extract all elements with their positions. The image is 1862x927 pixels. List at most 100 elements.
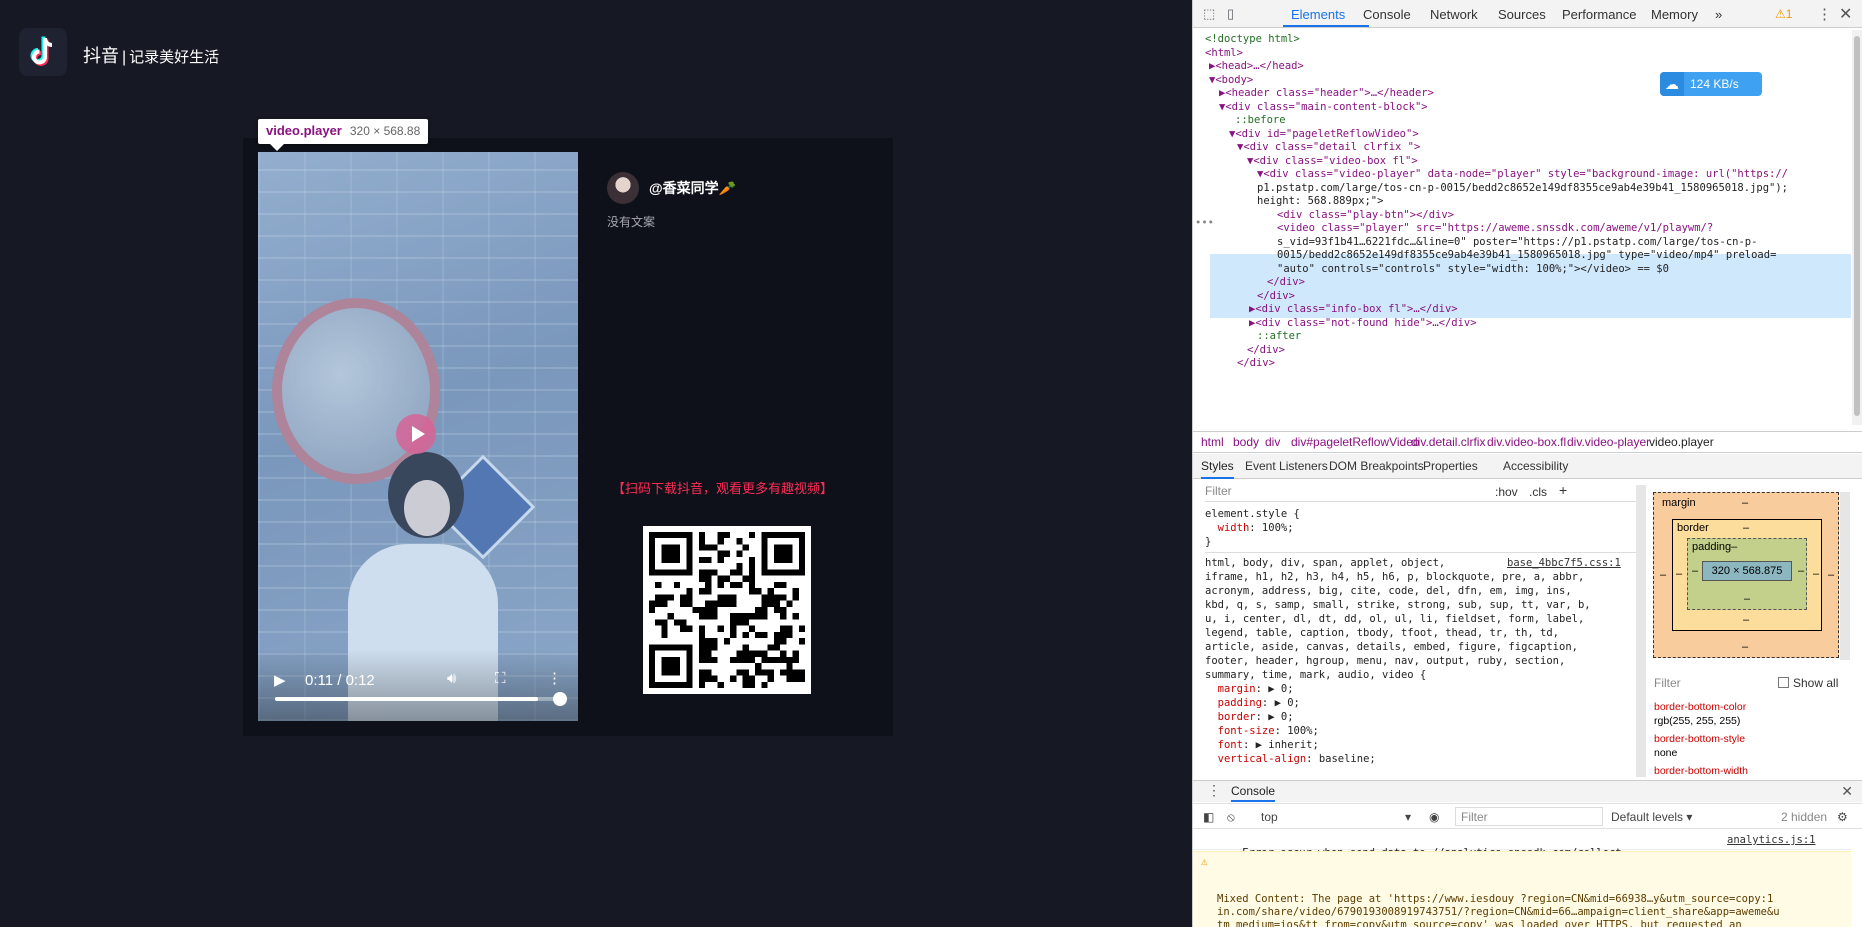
show-all-checkbox[interactable]: Show all bbox=[1778, 676, 1838, 690]
devtools-menu-icon[interactable]: ⋮ bbox=[1817, 5, 1832, 23]
computed-property[interactable]: border-bottom-width bbox=[1654, 764, 1748, 778]
close-drawer-icon[interactable]: ✕ bbox=[1841, 783, 1853, 800]
breadcrumb-item[interactable]: div.video-player bbox=[1567, 435, 1650, 449]
console-drawer-header: ⋮ Console ✕ bbox=[1193, 780, 1862, 802]
video-progress-bar[interactable] bbox=[275, 692, 567, 706]
play-icon[interactable]: ▶ bbox=[274, 671, 286, 689]
breadcrumb-item[interactable]: div bbox=[1265, 435, 1280, 449]
douyin-logo-icon[interactable] bbox=[19, 28, 67, 76]
context-value: top bbox=[1261, 810, 1278, 824]
video-progress-knob[interactable] bbox=[553, 692, 567, 706]
console-drawer-tab[interactable]: Console bbox=[1231, 784, 1276, 802]
property-value[interactable]: ▶ 0; bbox=[1275, 697, 1300, 709]
author-info[interactable]: @香菜同学🥕 bbox=[607, 172, 736, 204]
stylesheet-source-link[interactable]: base_4bbc7f5.css:1 bbox=[1507, 556, 1621, 570]
breadcrumb-item[interactable]: html bbox=[1201, 435, 1224, 449]
tab-event-listeners[interactable]: Event Listeners bbox=[1245, 459, 1328, 473]
tab-sources[interactable]: Sources bbox=[1498, 7, 1546, 22]
tab-properties[interactable]: Properties bbox=[1423, 459, 1478, 473]
element-style-declaration[interactable]: width: 100%; bbox=[1205, 521, 1645, 535]
dom-node-line[interactable]: "auto" controls="controls" style="width:… bbox=[1277, 261, 1669, 277]
property-name[interactable]: font-size bbox=[1218, 725, 1275, 737]
console-settings-icon[interactable]: ⚙ bbox=[1837, 810, 1848, 824]
breadcrumb-item[interactable]: div.video-box.fl bbox=[1487, 435, 1566, 449]
live-expression-icon[interactable]: ◉ bbox=[1429, 810, 1439, 824]
clear-console-icon[interactable]: ⦸ bbox=[1227, 810, 1235, 825]
computed-property-name[interactable]: border-bottom-style bbox=[1654, 732, 1748, 746]
dom-scrollbar[interactable] bbox=[1852, 30, 1862, 425]
styles-filter-input[interactable]: Filter :hov .cls + bbox=[1205, 482, 1645, 502]
computed-property[interactable]: border-bottom-color rgb(255, 255, 255) bbox=[1654, 700, 1748, 728]
download-speed: 124 KB/s bbox=[1690, 77, 1739, 91]
play-overlay-button[interactable] bbox=[396, 414, 436, 454]
drawer-menu-icon[interactable]: ⋮ bbox=[1207, 782, 1221, 799]
sidebar-toggle-icon[interactable]: ◧ bbox=[1203, 810, 1214, 824]
warning-count: 1 bbox=[1785, 7, 1793, 21]
property-value[interactable]: ▶ 0; bbox=[1268, 683, 1293, 695]
more-options-icon[interactable]: ⋮ bbox=[547, 669, 562, 687]
property-name[interactable]: margin bbox=[1218, 683, 1256, 695]
tab-memory[interactable]: Memory bbox=[1651, 7, 1698, 22]
property-value[interactable]: baseline; bbox=[1319, 753, 1376, 765]
error-source-link[interactable]: analytics.js:1 bbox=[1727, 834, 1816, 847]
style-declaration[interactable]: margin: ▶ 0; bbox=[1205, 682, 1645, 696]
hover-state-toggle[interactable]: :hov bbox=[1495, 485, 1518, 499]
computed-filter-placeholder: Filter bbox=[1654, 676, 1681, 690]
video-description: 没有文案 bbox=[607, 215, 656, 229]
box-margin-bottom: – bbox=[1742, 641, 1749, 653]
breadcrumb-item[interactable]: div.detail.clrfix bbox=[1411, 435, 1485, 449]
computed-filter-input[interactable]: Filter bbox=[1654, 676, 1681, 690]
property-value[interactable]: ▶ inherit; bbox=[1256, 739, 1319, 751]
close-devtools-icon[interactable]: ✕ bbox=[1839, 4, 1852, 24]
volume-icon[interactable]: 🔊︎ bbox=[447, 670, 456, 687]
tab-network[interactable]: Network bbox=[1430, 7, 1478, 22]
tab-elements[interactable]: Elements bbox=[1291, 7, 1345, 22]
property-name[interactable]: font bbox=[1218, 739, 1243, 751]
tab-accessibility[interactable]: Accessibility bbox=[1503, 459, 1568, 473]
property-value[interactable]: 100%; bbox=[1262, 522, 1294, 534]
styles-scrollbar[interactable] bbox=[1636, 485, 1646, 777]
style-declaration[interactable]: font-size: 100%; bbox=[1205, 724, 1645, 738]
property-value[interactable]: 100%; bbox=[1287, 725, 1319, 737]
tab-styles[interactable]: Styles bbox=[1201, 459, 1234, 479]
tab-performance[interactable]: Performance bbox=[1562, 7, 1636, 22]
selector-line: iframe, h1, h2, h3, h4, h5, h6, p, block… bbox=[1205, 571, 1585, 583]
new-rule-icon[interactable]: + bbox=[1559, 482, 1567, 498]
device-toolbar-icon[interactable]: ▯ bbox=[1227, 6, 1243, 22]
property-name[interactable]: width bbox=[1218, 522, 1250, 534]
breadcrumb-item[interactable]: body bbox=[1233, 435, 1259, 449]
inspect-element-icon[interactable]: ⬚ bbox=[1203, 6, 1219, 22]
class-toggle[interactable]: .cls bbox=[1529, 485, 1547, 499]
fullscreen-icon[interactable]: ⛶ bbox=[495, 670, 506, 687]
property-name[interactable]: padding bbox=[1218, 697, 1262, 709]
console-filter-input[interactable]: Filter bbox=[1455, 807, 1603, 826]
author-name[interactable]: @香菜同学🥕 bbox=[649, 178, 736, 198]
style-declaration[interactable]: font: ▶ inherit; bbox=[1205, 738, 1645, 752]
box-model-scrollbar[interactable] bbox=[1840, 492, 1850, 660]
property-name[interactable]: vertical-align bbox=[1218, 753, 1307, 765]
video-player[interactable]: ▶ 0:11 / 0:12 🔊︎ ⛶ ⋮ bbox=[258, 152, 578, 721]
selector-line: article, aside, canvas, details, embed, … bbox=[1205, 641, 1578, 653]
warning-counter[interactable]: ⚠1 bbox=[1775, 7, 1792, 21]
styles-filter-placeholder: Filter bbox=[1205, 484, 1232, 498]
context-select[interactable]: top bbox=[1261, 810, 1278, 824]
computed-property-name[interactable]: border-bottom-color bbox=[1654, 700, 1748, 714]
more-tabs-button[interactable]: » bbox=[1715, 7, 1722, 22]
context-chevron-icon[interactable]: ▾ bbox=[1405, 810, 1411, 824]
breadcrumb-item[interactable]: video.player bbox=[1649, 435, 1714, 449]
style-declaration[interactable]: vertical-align: baseline; bbox=[1205, 752, 1645, 766]
computed-property-name[interactable]: border-bottom-width bbox=[1654, 764, 1748, 778]
dom-node-line[interactable]: </div> bbox=[1237, 355, 1275, 371]
breadcrumb-item[interactable]: div#pageletReflowVideo bbox=[1291, 435, 1420, 449]
style-declaration[interactable]: border: ▶ 0; bbox=[1205, 710, 1645, 724]
property-name[interactable]: border bbox=[1218, 711, 1256, 723]
download-speed-badge[interactable]: ☁ 124 KB/s bbox=[1660, 72, 1762, 96]
log-levels-select[interactable]: Default levels ▾ bbox=[1611, 810, 1692, 824]
tab-dom-breakpoints[interactable]: DOM Breakpoints bbox=[1329, 459, 1424, 473]
selected-node-ellipsis-icon[interactable]: ••• bbox=[1195, 215, 1214, 231]
tab-console[interactable]: Console bbox=[1363, 7, 1411, 22]
computed-property[interactable]: border-bottom-style none bbox=[1654, 732, 1748, 760]
property-value[interactable]: ▶ 0; bbox=[1268, 711, 1293, 723]
avatar[interactable] bbox=[607, 172, 639, 204]
style-declaration[interactable]: padding: ▶ 0; bbox=[1205, 696, 1645, 710]
